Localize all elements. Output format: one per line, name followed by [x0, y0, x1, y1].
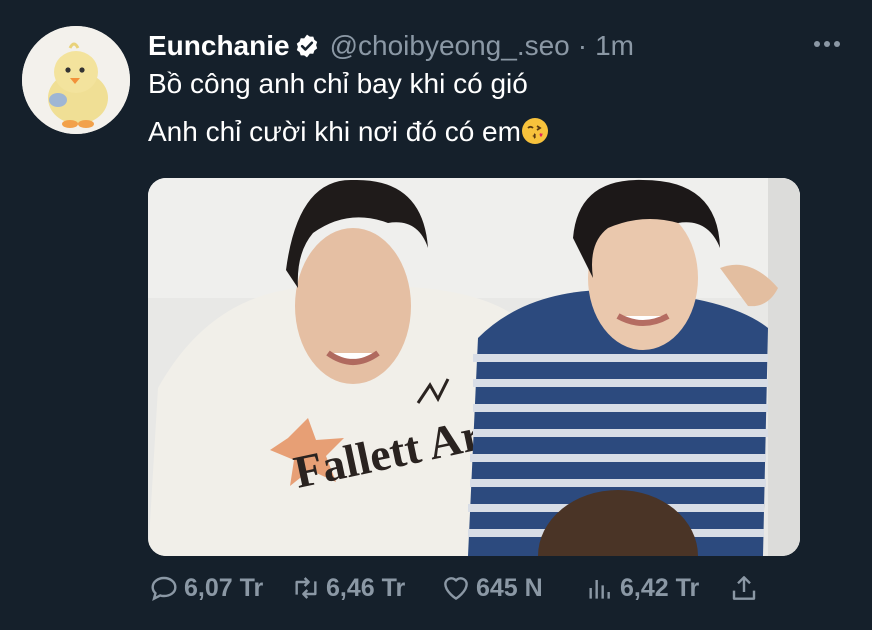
retweet-icon	[295, 577, 317, 599]
tweet-action-bar: 6,07 Tr 6,46 Tr 645 N 6,42 Tr	[148, 572, 788, 612]
kissing-face-heart-emoji-icon	[521, 118, 548, 144]
retweet-count: 6,46 Tr	[326, 573, 406, 602]
like-button[interactable]: 645 N	[440, 572, 543, 604]
verified-badge-icon	[296, 34, 317, 58]
heart-icon	[444, 577, 468, 600]
tweet-header: Eunchanie @choibyeong_.seo · 1m	[148, 28, 634, 64]
views-chart-icon	[589, 580, 610, 599]
separator-dot: ·	[577, 30, 588, 61]
views-count: 6,42 Tr	[620, 573, 700, 602]
user-handle[interactable]: @choibyeong_.seo	[330, 28, 570, 64]
reply-count: 6,07 Tr	[184, 573, 264, 602]
timestamp[interactable]: 1m	[595, 28, 634, 64]
display-name[interactable]: Eunchanie	[148, 28, 290, 64]
tweet-text-line-1: Bồ công anh chỉ bay khi có gió	[148, 68, 528, 99]
photo-two-people-image: Fallett Art	[148, 178, 800, 556]
more-options-icon[interactable]	[812, 36, 842, 52]
views-button[interactable]: 6,42 Tr	[584, 572, 699, 604]
like-count: 645 N	[476, 573, 543, 602]
share-icon	[732, 576, 756, 600]
tweet-media-photo[interactable]: Fallett Art	[148, 178, 800, 556]
reply-button[interactable]: 6,07 Tr	[148, 572, 263, 604]
chick-avatar-image	[22, 26, 130, 134]
tweet-text-line-2: Anh chỉ cười khi nơi đó có em	[148, 114, 549, 150]
reply-icon	[151, 576, 177, 601]
share-button[interactable]	[728, 572, 764, 604]
tweet-text-line-2-text: Anh chỉ cười khi nơi đó có em	[148, 116, 521, 147]
avatar[interactable]	[22, 26, 130, 134]
retweet-button[interactable]: 6,46 Tr	[290, 572, 405, 604]
